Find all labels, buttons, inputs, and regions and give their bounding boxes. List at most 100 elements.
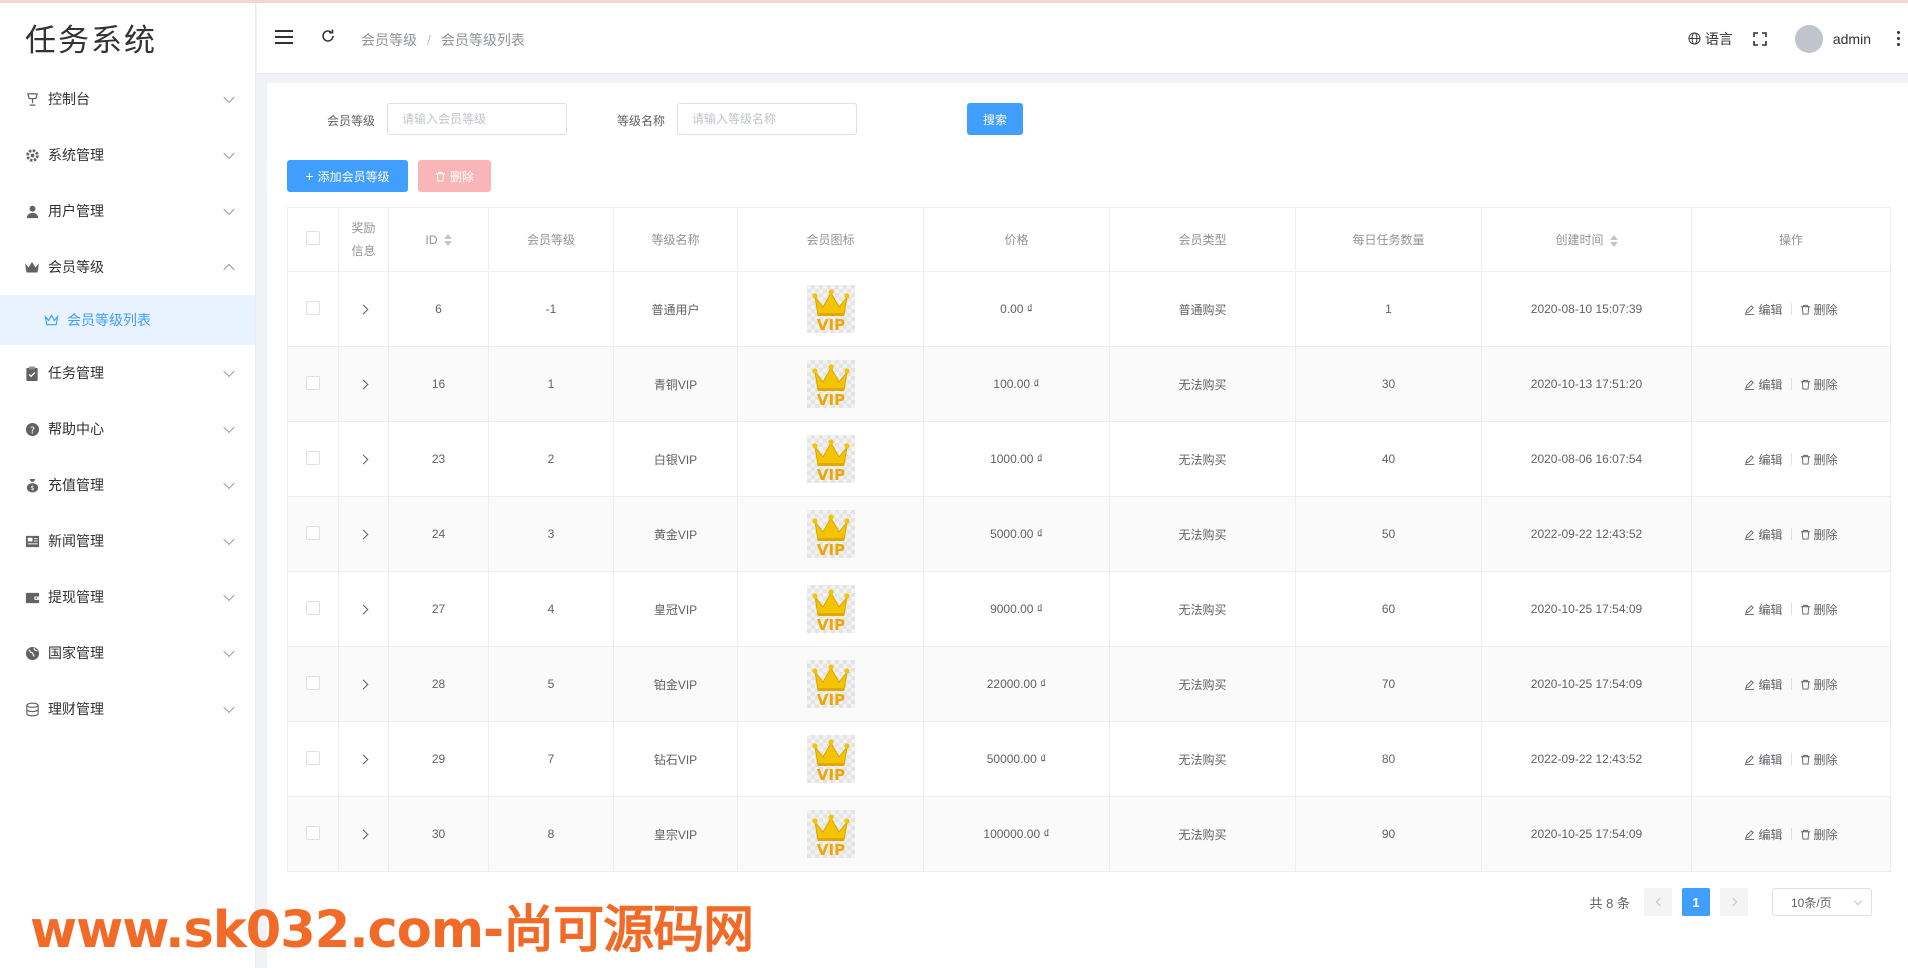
sidebar-item-news[interactable]: 新闻管理 [0,513,255,569]
row-checkbox[interactable] [306,750,320,765]
svg-text:VIP: VIP [816,316,844,333]
gear-icon [24,147,40,163]
sort-icon[interactable] [443,234,452,247]
edit-button[interactable]: 编辑 [1744,451,1783,468]
cell-daily-tasks: 90 [1295,796,1482,872]
column-header-created[interactable]: 创建时间 [1481,207,1692,272]
delete-label: 删除 [1813,752,1838,767]
chevron-down-icon [223,365,235,378]
sort-icon[interactable] [1609,234,1618,247]
breadcrumb-item-list: 会员等级列表 [440,32,525,48]
sidebar-item-label: 国家管理 [48,645,104,661]
cell-price: 1000.00 ₫ [923,421,1110,497]
cell-name: 青铜VIP [613,346,738,422]
trophy-icon [24,91,40,107]
sidebar-item-wallet[interactable]: 提现管理 [0,569,255,625]
username[interactable]: admin [1833,31,1871,47]
avatar[interactable] [1794,24,1823,53]
sidebar-item-question[interactable]: ? 帮助中心 [0,401,255,457]
delete-button[interactable]: 删除 [1800,376,1838,393]
chevron-right-icon[interactable] [358,454,369,465]
row-checkbox[interactable] [306,525,320,540]
cell-created: 2020-10-25 17:54:09 [1481,571,1692,647]
vip-crown-icon: VIP [811,589,850,634]
delete-button[interactable]: 删除 [1800,301,1838,318]
page-number-current[interactable]: 1 [1682,888,1710,916]
chevron-down-icon [223,421,235,434]
sidebar-item-gear[interactable]: 系统管理 [0,127,255,183]
search-button[interactable]: 搜索 [967,103,1023,135]
level-input[interactable] [387,103,567,135]
batch-delete-button[interactable]: 删除 [418,160,491,192]
refresh-icon[interactable] [320,28,336,47]
chevron-right-icon[interactable] [358,604,369,615]
delete-button[interactable]: 删除 [1800,601,1838,618]
row-checkbox[interactable] [306,600,320,615]
cell-id: 23 [388,421,489,497]
cell-daily-tasks: 40 [1295,421,1482,497]
chevron-right-icon[interactable] [358,379,369,390]
delete-button[interactable]: 删除 [1800,451,1838,468]
more-vertical-icon[interactable] [1897,31,1900,46]
chevron-right-icon[interactable] [358,304,369,315]
column-header-level: 会员等级 [488,207,614,272]
action-divider [1790,753,1792,765]
chevron-right-icon[interactable] [358,529,369,540]
name-input[interactable] [677,103,857,135]
add-member-level-button[interactable]: + 添加会员等级 [287,160,408,192]
chevron-down-icon [223,203,235,216]
edit-button[interactable]: 编辑 [1744,301,1783,318]
row-checkbox[interactable] [306,375,320,390]
chevron-right-icon[interactable] [358,679,369,690]
delete-button[interactable]: 删除 [1800,526,1838,543]
column-header-id[interactable]: ID [388,207,489,272]
column-header-name: 等级名称 [613,207,738,272]
add-member-level-label: 添加会员等级 [317,169,390,184]
next-page-button[interactable] [1720,888,1748,916]
sidebar-item-database[interactable]: 理财管理 [0,681,255,737]
edit-button[interactable]: 编辑 [1744,676,1783,693]
sidebar-item-globe[interactable]: 国家管理 [0,625,255,681]
chevron-down-icon [223,645,235,658]
language-switcher[interactable]: 语言 [1688,29,1733,49]
row-checkbox[interactable] [306,825,320,840]
prev-page-button[interactable] [1644,888,1672,916]
select-cell [287,646,339,722]
sidebar-item-crown[interactable]: 会员等级 [0,239,255,295]
delete-label: 删除 [1813,827,1838,842]
edit-button[interactable]: 编辑 [1744,526,1783,543]
globe-icon [1688,32,1701,45]
breadcrumb-item-level[interactable]: 会员等级 [361,32,417,48]
edit-button[interactable]: 编辑 [1744,826,1783,843]
action-divider [1790,678,1792,690]
sidebar-item-user[interactable]: 用户管理 [0,183,255,239]
row-checkbox[interactable] [306,450,320,465]
delete-button[interactable]: 删除 [1800,676,1838,693]
cell-icon: VIP [737,346,924,422]
cell-daily-tasks: 30 [1295,346,1482,422]
chevron-right-icon[interactable] [358,829,369,840]
delete-button[interactable]: 删除 [1800,751,1838,768]
edit-button[interactable]: 编辑 [1744,376,1783,393]
row-checkbox[interactable] [306,675,320,690]
main-content: 会员等级 等级名称 搜索 +添加会员等级 删除 奖励信息 ID 会员等级 等级名… [267,83,1908,968]
page-size-select[interactable]: 10条/页 [1772,888,1872,916]
svg-text:VIP: VIP [816,541,844,558]
vip-crown-icon: VIP [811,439,850,484]
select-cell [287,496,339,572]
cell-created: 2020-08-10 15:07:39 [1481,271,1692,347]
sidebar-item-money-bag[interactable]: $ 充值管理 [0,457,255,513]
row-checkbox[interactable] [306,300,320,315]
edit-button[interactable]: 编辑 [1744,751,1783,768]
fullscreen-icon[interactable] [1753,31,1767,46]
edit-button[interactable]: 编辑 [1744,601,1783,618]
sidebar-item-clipboard[interactable]: 任务管理 [0,345,255,401]
cell-type: 无法购买 [1109,496,1296,572]
delete-button[interactable]: 删除 [1800,826,1838,843]
sidebar-item-trophy[interactable]: 控制台 [0,71,255,127]
sidebar-subitem-level-list[interactable]: 会员等级列表 [0,295,255,345]
vip-crown-icon: VIP [811,289,850,334]
select-all-checkbox[interactable] [306,231,320,245]
hamburger-menu-icon[interactable] [275,30,293,47]
chevron-right-icon[interactable] [358,754,369,765]
